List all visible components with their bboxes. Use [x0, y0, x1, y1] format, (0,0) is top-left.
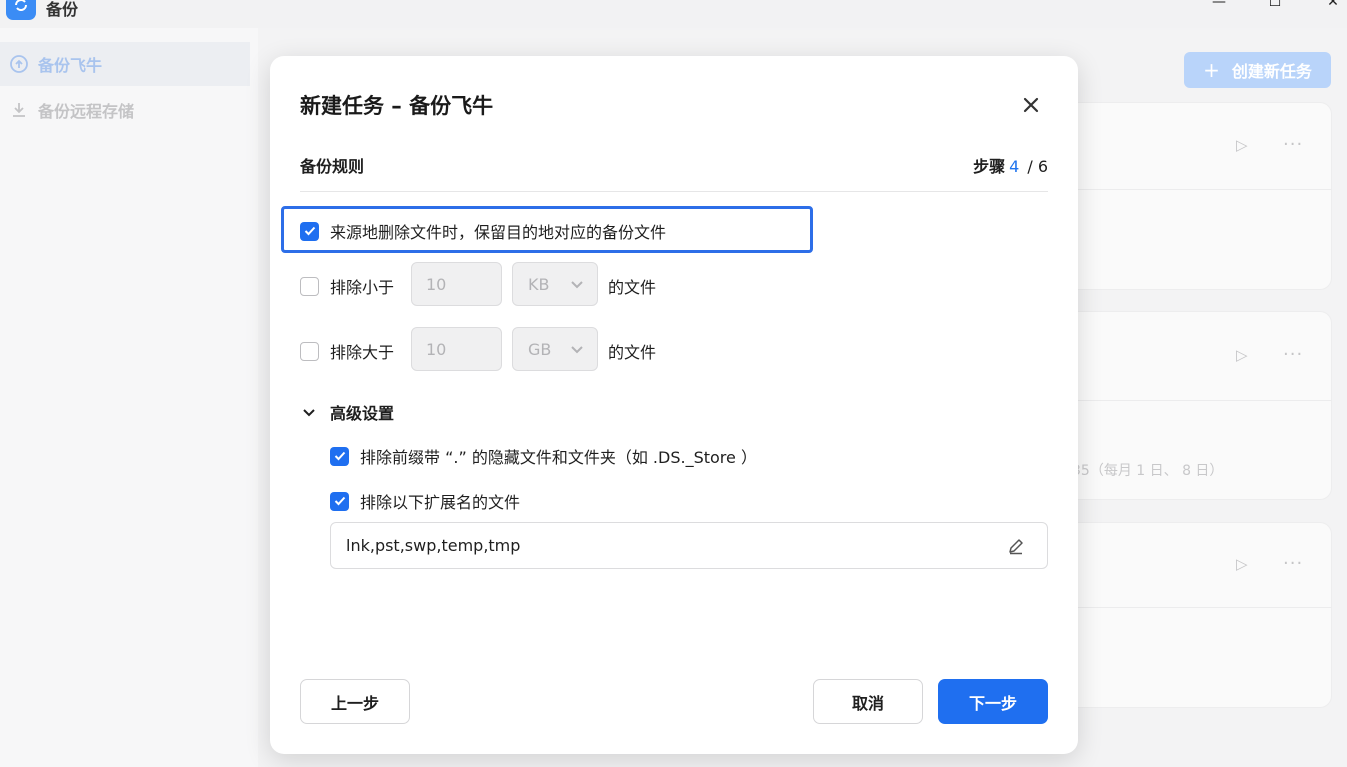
dialog-title: 新建任务 – 备份飞牛	[300, 94, 494, 118]
exclude-smaller-checkbox[interactable]	[300, 276, 319, 296]
cancel-button[interactable]: 取消	[813, 679, 923, 724]
edit-icon[interactable]	[1007, 537, 1025, 555]
keep-backup-checkbox-row[interactable]: 来源地删除文件时，保留目的地对应的备份文件	[300, 219, 666, 243]
play-icon[interactable]: ▷	[1236, 346, 1248, 364]
schedule-text: 35（每月 1 日、 8 日）	[1072, 463, 1224, 479]
exclude-ext-checkbox[interactable]	[330, 491, 349, 511]
create-task-button[interactable]: + 创建新任务	[1184, 52, 1331, 88]
prev-step-button[interactable]: 上一步	[300, 679, 410, 724]
exclude-ext-row[interactable]: 排除以下扩展名的文件	[330, 489, 520, 513]
task-card: ▷ ···	[1078, 102, 1332, 290]
extensions-input[interactable]: lnk,pst,swp,temp,tmp	[330, 522, 1048, 569]
more-icon[interactable]: ···	[1283, 344, 1303, 365]
card-divider	[1078, 400, 1332, 401]
more-icon[interactable]: ···	[1283, 134, 1303, 155]
task-card: ▷ ···	[1078, 522, 1332, 708]
close-window-button[interactable]: ✕	[1318, 0, 1347, 18]
app-title: 备份	[46, 0, 79, 19]
step-indicator: 步骤 4/ 6	[973, 157, 1048, 176]
new-task-dialog: 新建任务 – 备份飞牛 备份规则 步骤 4/ 6 来源地删除文件时，保留目的地对应…	[270, 56, 1078, 754]
exclude-hidden-row[interactable]: 排除前缀带 “.” 的隐藏文件和文件夹（如 .DS._Store ）	[330, 444, 757, 468]
advanced-settings-label: 高级设置	[330, 404, 395, 423]
keep-backup-checkbox[interactable]	[300, 221, 319, 241]
chevron-down-icon	[303, 409, 315, 417]
chevron-down-icon	[571, 281, 583, 289]
maximize-button[interactable]: ☐	[1260, 0, 1290, 18]
app-icon	[6, 0, 36, 20]
plus-icon: +	[1203, 58, 1220, 82]
play-icon[interactable]: ▷	[1236, 555, 1248, 573]
title-bar: 备份 — ☐ ✕	[0, 0, 1347, 28]
exclude-larger-checkbox[interactable]	[300, 341, 319, 361]
sidebar-item-backup-remote[interactable]: 备份远程存储	[0, 88, 250, 132]
sidebar-item-backup-fnos[interactable]: 备份飞牛	[0, 42, 250, 86]
chevron-down-icon	[571, 346, 583, 354]
sidebar-item-label: 备份飞牛	[38, 56, 103, 75]
section-title: 备份规则	[300, 157, 365, 176]
section-divider	[300, 191, 1048, 192]
exclude-smaller-suffix: 的文件	[608, 278, 657, 297]
exclude-larger-row: 排除大于	[300, 339, 394, 363]
minimize-button[interactable]: —	[1204, 0, 1234, 18]
exclude-smaller-row: 排除小于	[300, 274, 394, 298]
keep-backup-label: 来源地删除文件时，保留目的地对应的备份文件	[330, 223, 667, 242]
exclude-larger-label: 排除大于	[330, 343, 395, 362]
play-icon[interactable]: ▷	[1236, 136, 1248, 154]
max-size-input[interactable]: 10	[411, 327, 502, 371]
sidebar: 备份飞牛 备份远程存储	[0, 28, 258, 767]
exclude-hidden-label: 排除前缀带 “.” 的隐藏文件和文件夹（如 .DS._Store ）	[360, 448, 757, 467]
sidebar-item-label: 备份远程存储	[38, 102, 135, 121]
max-size-unit-select[interactable]: GB	[512, 327, 598, 371]
min-size-input[interactable]: 10	[411, 262, 502, 306]
next-step-button[interactable]: 下一步	[938, 679, 1048, 724]
exclude-larger-suffix: 的文件	[608, 343, 657, 362]
min-size-unit-select[interactable]: KB	[512, 262, 598, 306]
card-divider	[1078, 607, 1332, 608]
cloud-upload-icon	[8, 53, 30, 75]
exclude-ext-label: 排除以下扩展名的文件	[360, 493, 521, 512]
exclude-smaller-label: 排除小于	[330, 278, 395, 297]
task-card: ▷ ··· 35（每月 1 日、 8 日）	[1072, 311, 1332, 500]
exclude-hidden-checkbox[interactable]	[330, 446, 349, 466]
card-divider	[1078, 189, 1332, 190]
advanced-settings-toggle[interactable]: 高级设置	[302, 400, 394, 424]
close-icon[interactable]	[1018, 92, 1044, 118]
download-icon	[8, 99, 30, 121]
more-icon[interactable]: ···	[1283, 553, 1303, 574]
